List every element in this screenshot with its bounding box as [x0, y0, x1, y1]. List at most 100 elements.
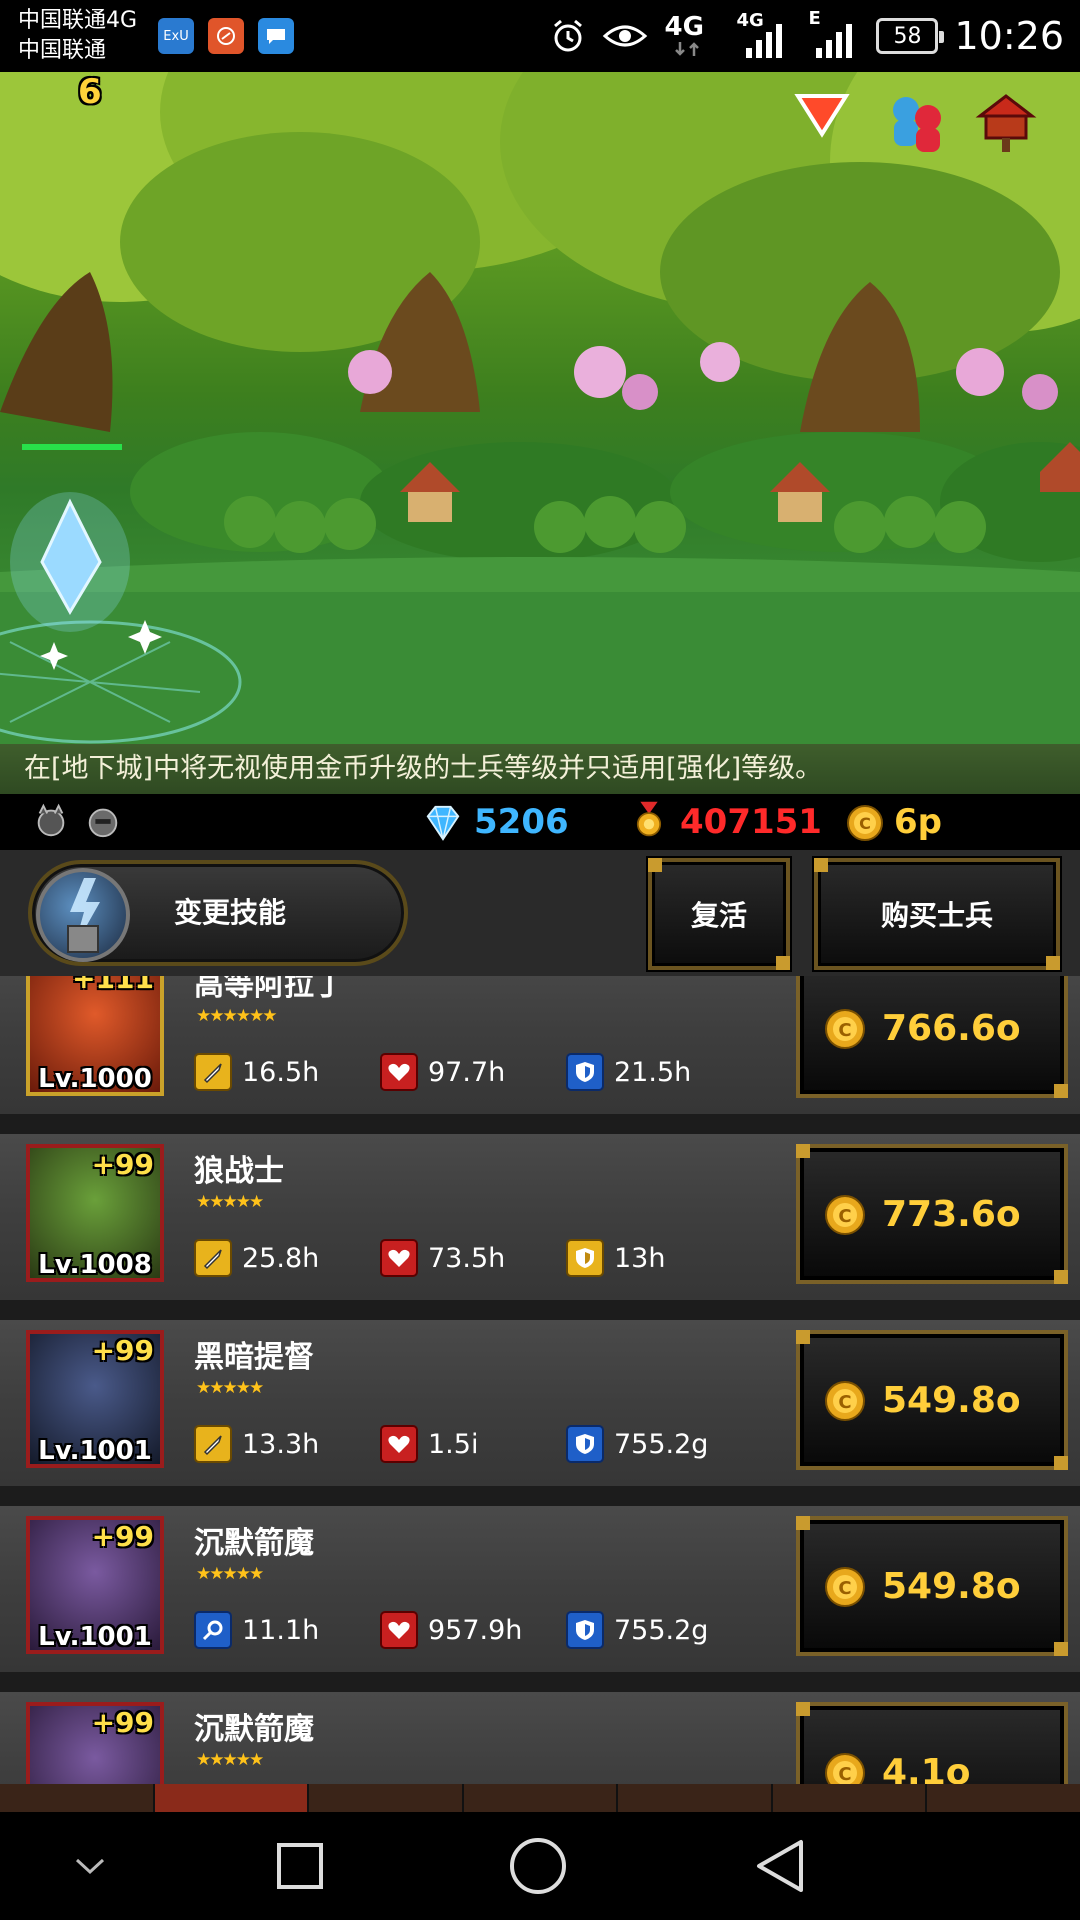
unit-attack: 25.8h	[194, 1238, 319, 1278]
friends-icon	[893, 97, 941, 152]
tab-2[interactable]	[154, 1784, 310, 1812]
exu-app-icon: ExU	[158, 18, 194, 54]
diamond-icon	[426, 805, 460, 841]
nav-recents-button[interactable]	[268, 1834, 332, 1898]
upgrade-price-button[interactable]: C 766.6o	[796, 976, 1068, 1098]
frame-corner	[1054, 1270, 1068, 1284]
magnifier-icon	[194, 1611, 232, 1649]
unit-plus-badge: +99	[91, 1706, 154, 1739]
tip-banner: 在[地下城]中将无视使用金币升级的士兵等级并只适用[强化]等级。	[0, 744, 1080, 794]
defense-value: 21.5h	[614, 1056, 692, 1088]
heart-icon	[380, 1425, 418, 1463]
coin-count: 6p	[894, 802, 942, 842]
gem-count: 5206	[474, 802, 569, 842]
notification-icons: ExU	[158, 18, 294, 54]
message-icon	[258, 18, 294, 54]
attack-value: 25.8h	[242, 1242, 320, 1274]
unit-row[interactable]: +99 沉默箭魔 ★★★★★ C 4.1o	[0, 1692, 1080, 1784]
unit-attack: 16.5h	[194, 1052, 319, 1092]
nav-hide-button[interactable]	[58, 1834, 122, 1898]
unit-level: Lv.1001	[38, 1436, 152, 1466]
coin-icon: C	[825, 1195, 865, 1235]
eye-icon	[603, 25, 648, 47]
unit-name: 黑暗提督	[194, 1340, 314, 1375]
unit-row[interactable]: +99 Lv.1008 狼战士 ★★★★★ 25.8h 73.5h 13h C …	[0, 1134, 1080, 1310]
unit-stars: ★★★★★	[196, 1378, 264, 1398]
mailbox-button[interactable]	[974, 90, 1040, 156]
svg-text:C: C	[838, 1764, 851, 1784]
frame-corner	[796, 1702, 810, 1716]
network-label-1: 4G	[664, 12, 704, 42]
unit-portrait[interactable]: +111 Lv.1000	[26, 976, 164, 1096]
unit-attack: 13.3h	[194, 1424, 319, 1464]
frame-corner	[814, 858, 828, 872]
heart-icon	[380, 1611, 418, 1649]
tab-7[interactable]	[927, 1784, 1080, 1812]
frame-corner	[1054, 1084, 1068, 1098]
coin-icon: C	[825, 1567, 865, 1607]
shield-icon	[566, 1611, 604, 1649]
frame-corner	[796, 1330, 810, 1344]
shield-icon	[566, 1425, 604, 1463]
unit-stars: ★★★★★	[196, 1192, 264, 1212]
lightning-tower-icon	[36, 868, 130, 962]
unit-list[interactable]: +111 Lv.1000 高等阿拉丁 ★★★★★★ 16.5h 97.7h 21…	[0, 976, 1080, 1784]
carrier-name-2: 中国联通	[18, 38, 107, 63]
attack-value: 11.1h	[242, 1614, 320, 1646]
nav-home-button[interactable]	[506, 1834, 570, 1898]
upgrade-price-button[interactable]: C 549.8o	[796, 1516, 1068, 1656]
player-level-badge: 6	[78, 72, 102, 112]
hp-value: 1.5i	[428, 1428, 479, 1460]
mailbox-icon	[975, 94, 1037, 152]
unit-row[interactable]: +99 Lv.1001 沉默箭魔 ★★★★★ 11.1h 957.9h 755.…	[0, 1506, 1080, 1682]
cat-avatar-icon[interactable]	[32, 802, 70, 840]
svg-text:C: C	[838, 1206, 851, 1227]
dropdown-button[interactable]	[794, 90, 860, 156]
square-icon	[277, 1843, 323, 1889]
unit-plus-badge: +99	[91, 1334, 154, 1367]
game-scene[interactable]: 6	[0, 72, 1080, 744]
unit-hp: 73.5h	[380, 1238, 505, 1278]
status-bar: 中国联通4G 中国联通 ExU 4G 4G E 58 10:26	[0, 0, 1080, 72]
change-skill-label: 变更技能	[174, 896, 287, 929]
resource-bar: 5206 407151 C 6p	[0, 794, 1080, 850]
upgrade-price: 4.1o	[882, 1752, 971, 1784]
attack-value: 16.5h	[242, 1056, 320, 1088]
back-triangle-icon	[757, 1840, 803, 1892]
buy-soldier-button[interactable]: 购买士兵	[814, 858, 1060, 970]
unit-row[interactable]: +99 Lv.1001 黑暗提督 ★★★★★ 13.3h 1.5i 755.2g…	[0, 1320, 1080, 1496]
change-skill-button[interactable]: 变更技能	[28, 860, 408, 966]
medal-icon	[636, 801, 662, 837]
upgrade-price: 549.8o	[882, 1566, 1021, 1607]
exu-app-label: ExU	[163, 28, 189, 44]
unit-defense: 21.5h	[566, 1052, 691, 1092]
unit-attack: 11.1h	[194, 1610, 319, 1650]
upgrade-price-button[interactable]: C 4.1o	[796, 1702, 1068, 1784]
tab-3[interactable]	[309, 1784, 464, 1812]
revive-button[interactable]: 复活	[648, 858, 790, 970]
tab-5[interactable]	[618, 1784, 773, 1812]
unit-level: Lv.1001	[38, 1622, 152, 1652]
upgrade-price-button[interactable]: C 549.8o	[796, 1330, 1068, 1470]
battery-icon: 58	[876, 18, 945, 54]
upgrade-price-button[interactable]: C 773.6o	[796, 1144, 1068, 1284]
tab-6[interactable]	[772, 1784, 928, 1812]
status-right: 4G 4G E 58 10:26	[550, 8, 1064, 62]
unit-row[interactable]: +111 Lv.1000 高等阿拉丁 ★★★★★★ 16.5h 97.7h 21…	[0, 976, 1080, 1124]
frame-corner	[776, 956, 790, 970]
unit-portrait[interactable]: +99	[26, 1702, 164, 1784]
nav-back-button[interactable]	[748, 1834, 812, 1898]
unit-plus-badge: +99	[91, 1148, 154, 1181]
unit-portrait[interactable]: +99 Lv.1001	[26, 1516, 164, 1654]
unit-hp: 1.5i	[380, 1424, 478, 1464]
network-4g-indicator: 4G	[664, 12, 720, 58]
frame-corner	[1054, 1456, 1068, 1470]
tab-1[interactable]	[0, 1784, 155, 1812]
unit-level: Lv.1008	[38, 1250, 152, 1280]
tab-4[interactable]	[463, 1784, 619, 1812]
robot-avatar-icon[interactable]	[84, 802, 122, 840]
unit-plus-badge: +99	[91, 1520, 154, 1553]
unit-portrait[interactable]: +99 Lv.1008	[26, 1144, 164, 1282]
friends-button[interactable]	[884, 90, 950, 156]
unit-portrait[interactable]: +99 Lv.1001	[26, 1330, 164, 1468]
